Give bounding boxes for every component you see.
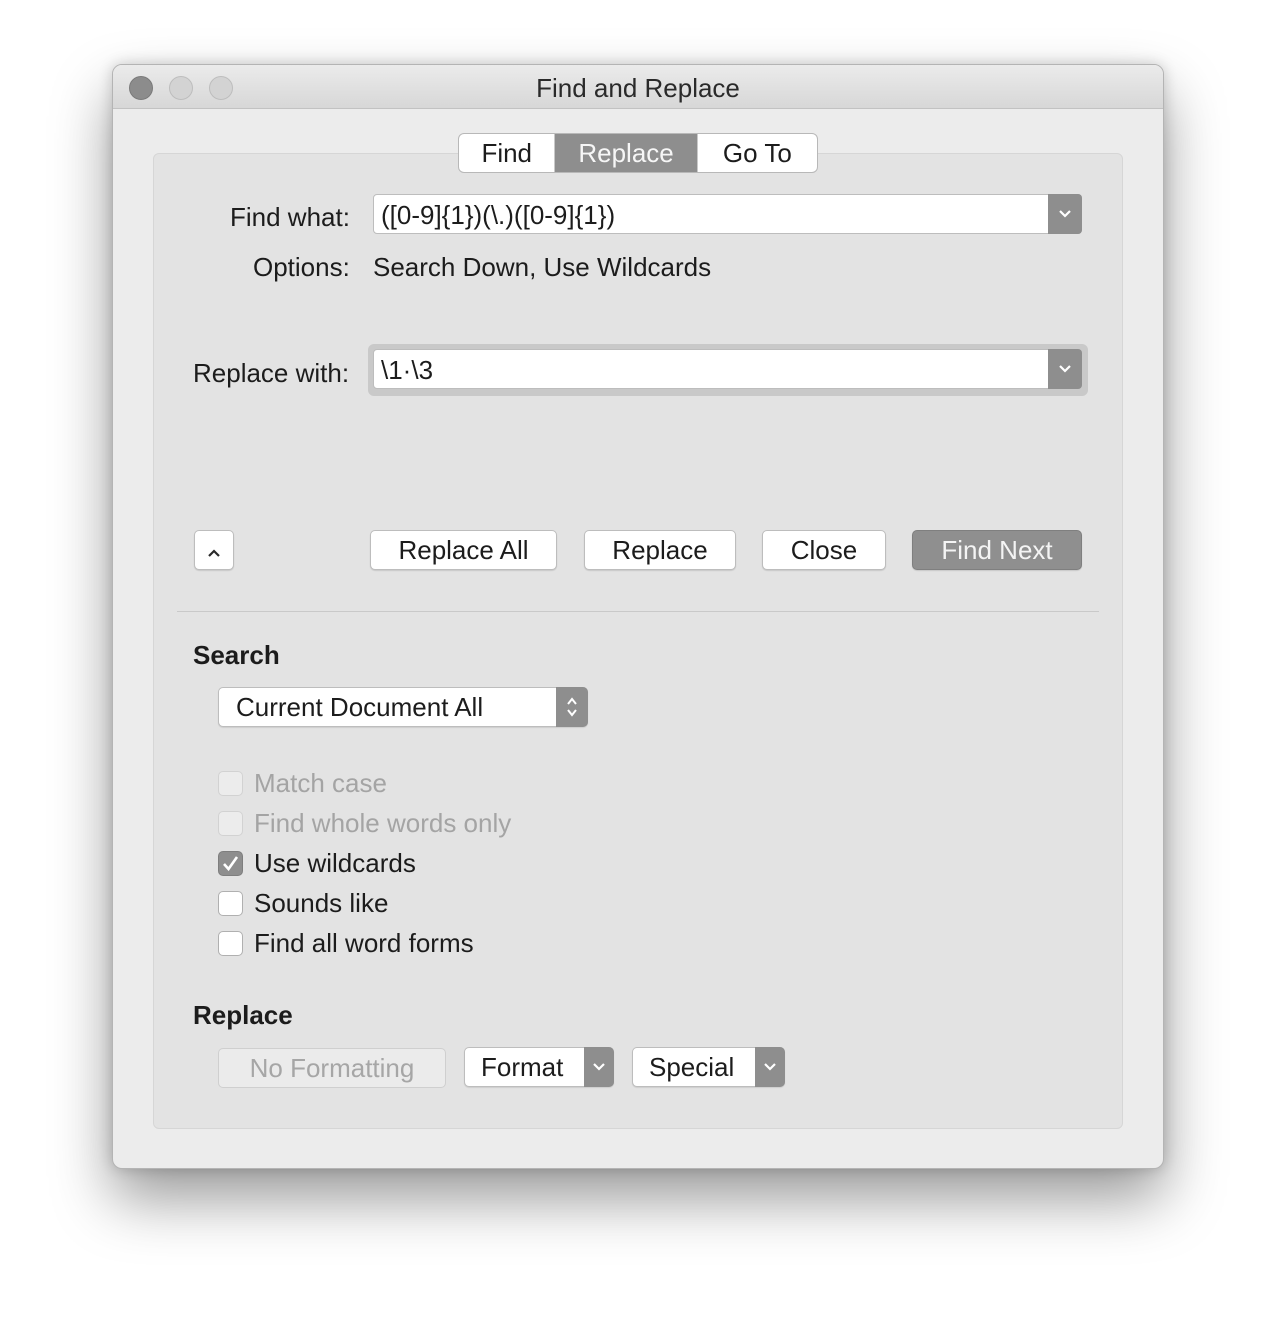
options-label: Options: bbox=[253, 252, 350, 282]
special-label: Special bbox=[649, 1052, 735, 1082]
tab-replace[interactable]: Replace bbox=[555, 134, 697, 172]
tab-go-to[interactable]: Go To bbox=[696, 134, 817, 172]
search-scope-stepper[interactable] bbox=[556, 687, 588, 727]
match-case-checkbox[interactable] bbox=[218, 770, 243, 796]
use-wildcards-checkbox[interactable] bbox=[218, 850, 243, 876]
replace-panel: Find what: ([0-9]{1})(\.)([0-9]{1}) Opti… bbox=[153, 153, 1123, 1129]
sounds-like-checkbox[interactable] bbox=[218, 890, 243, 916]
find-what-label: Find what: bbox=[230, 202, 350, 232]
format-label: Format bbox=[481, 1052, 564, 1082]
close-button[interactable]: Close bbox=[762, 530, 886, 570]
use-wildcards-option: Use wildcards bbox=[218, 848, 416, 878]
find-what-combo[interactable]: ([0-9]{1})(\.)([0-9]{1}) bbox=[373, 194, 1082, 234]
find-what-dropdown-button[interactable] bbox=[1048, 194, 1082, 234]
word-forms-option: Find all word forms bbox=[218, 928, 474, 958]
replace-all-button[interactable]: Replace All bbox=[370, 530, 557, 570]
search-scope-popup[interactable]: Current Document All bbox=[218, 687, 588, 727]
chevron-down-icon bbox=[1059, 365, 1071, 373]
whole-words-label: Find whole words only bbox=[254, 807, 512, 838]
chevron-down-icon bbox=[593, 1063, 605, 1071]
word-forms-checkbox[interactable] bbox=[218, 930, 243, 956]
match-case-label: Match case bbox=[254, 767, 387, 798]
replace-button[interactable]: Replace bbox=[584, 530, 736, 570]
collapse-options-button[interactable] bbox=[194, 530, 234, 570]
format-menu-button[interactable]: Format bbox=[464, 1047, 614, 1087]
replace-with-input[interactable]: \1·\3 bbox=[381, 350, 433, 390]
mode-tabs: Find Replace Go To bbox=[458, 133, 818, 173]
window-title: Find and Replace bbox=[536, 73, 740, 103]
sounds-like-option: Sounds like bbox=[218, 888, 388, 918]
up-down-arrows-icon bbox=[567, 697, 577, 717]
options-value: Search Down, Use Wildcards bbox=[373, 252, 712, 282]
section-divider bbox=[177, 611, 1099, 612]
search-section-title: Search bbox=[193, 640, 280, 670]
find-next-button[interactable]: Find Next bbox=[912, 530, 1082, 570]
no-formatting-button[interactable]: No Formatting bbox=[218, 1048, 446, 1088]
chevron-down-icon bbox=[1059, 210, 1071, 218]
find-what-input[interactable]: ([0-9]{1})(\.)([0-9]{1}) bbox=[381, 195, 615, 235]
search-scope-value: Current Document All bbox=[236, 692, 484, 722]
replace-with-label: Replace with: bbox=[193, 358, 350, 388]
sounds-like-label: Sounds like bbox=[254, 887, 389, 918]
use-wildcards-label: Use wildcards bbox=[254, 847, 416, 878]
find-replace-window: Find and Replace Find what: ([0-9]{1})(\… bbox=[112, 64, 1164, 1169]
replace-section-title: Replace bbox=[193, 1000, 293, 1030]
whole-words-checkbox[interactable] bbox=[218, 810, 243, 836]
chevron-up-icon bbox=[208, 549, 220, 557]
chevron-down-icon bbox=[764, 1063, 776, 1071]
title-bar: Find and Replace bbox=[113, 65, 1163, 109]
format-dropdown-arrow[interactable] bbox=[584, 1047, 614, 1087]
special-dropdown-arrow[interactable] bbox=[755, 1047, 785, 1087]
tab-find[interactable]: Find bbox=[459, 134, 556, 172]
word-forms-label: Find all word forms bbox=[254, 927, 474, 958]
replace-with-dropdown-button[interactable] bbox=[1048, 349, 1082, 389]
checkmark-icon bbox=[223, 855, 239, 871]
special-menu-button[interactable]: Special bbox=[632, 1047, 785, 1087]
replace-with-combo[interactable]: \1·\3 bbox=[373, 349, 1082, 389]
match-case-option: Match case bbox=[218, 768, 387, 798]
whole-words-option: Find whole words only bbox=[218, 808, 511, 838]
